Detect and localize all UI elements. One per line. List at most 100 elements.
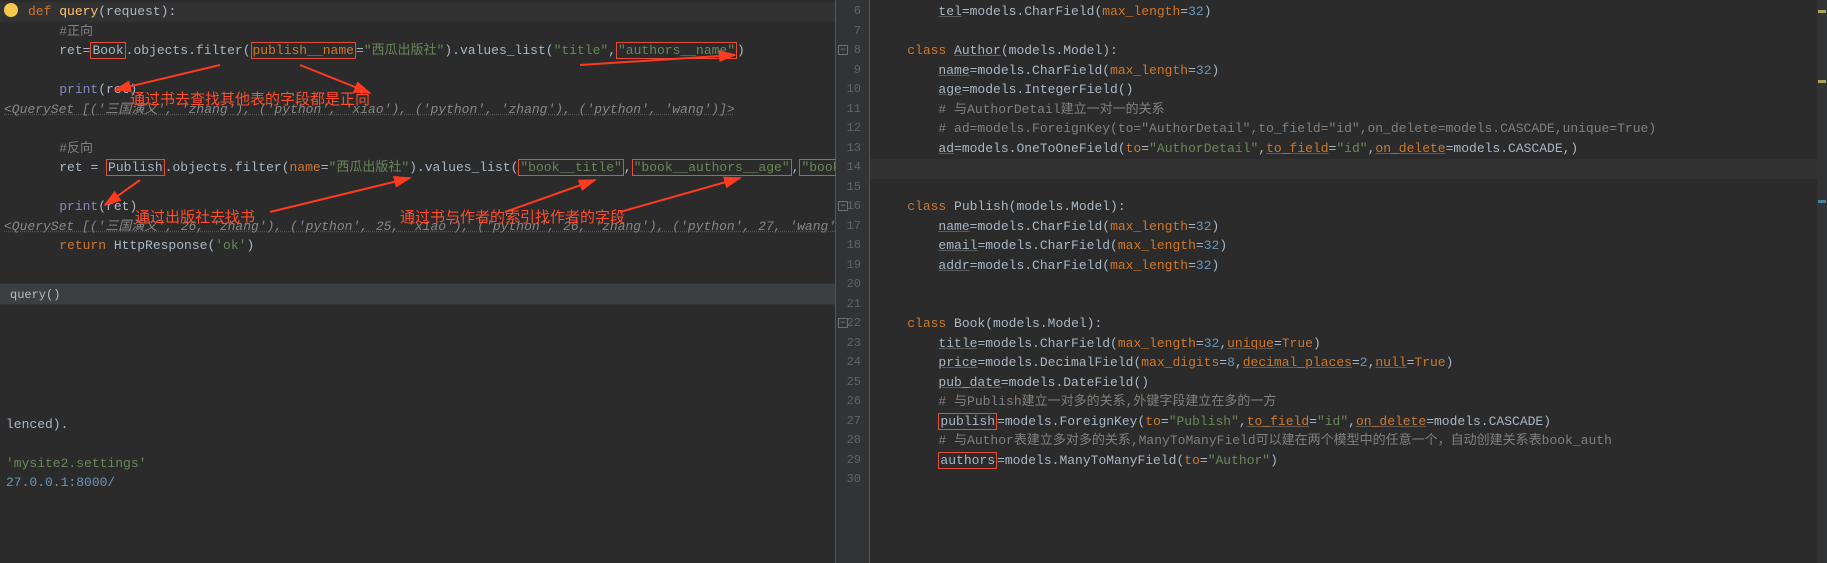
console-output[interactable]: lenced). 'mysite2.settings' 27.0.0.1:800…: [0, 305, 835, 563]
console-line: 27.0.0.1:8000/: [6, 473, 829, 492]
code-token: on_delete: [1356, 414, 1426, 429]
line-number[interactable]: 9: [836, 61, 869, 81]
line-number[interactable]: 13: [836, 139, 869, 159]
code-line[interactable]: tel=models.CharField(max_length=32): [870, 2, 1827, 22]
line-number[interactable]: 10: [836, 80, 869, 100]
code-token: =: [1309, 414, 1317, 429]
code-token: max_length: [1110, 219, 1188, 234]
line-number[interactable]: 22−: [836, 314, 869, 334]
code-token: (models.Model):: [1001, 43, 1118, 58]
code-line[interactable]: print(ret): [0, 80, 835, 100]
line-number[interactable]: 18: [836, 236, 869, 256]
code-line[interactable]: #正向: [0, 22, 835, 42]
line-number[interactable]: 24: [836, 353, 869, 373]
line-number[interactable]: 17: [836, 217, 869, 237]
line-number[interactable]: 23: [836, 334, 869, 354]
code-line[interactable]: name=models.CharField(max_length=32): [870, 217, 1827, 237]
line-number[interactable]: 8−: [836, 41, 869, 61]
print-call: print: [59, 82, 98, 97]
code-token: to: [1126, 141, 1142, 156]
code-line[interactable]: class Author(models.Model):: [870, 41, 1827, 61]
line-number[interactable]: 21: [836, 295, 869, 315]
code-line[interactable]: return HttpResponse('ok'): [0, 236, 835, 256]
code-line[interactable]: [870, 295, 1827, 315]
code-token: ,: [1239, 414, 1247, 429]
fold-toggle-icon[interactable]: −: [838, 45, 848, 55]
fold-toggle-icon[interactable]: −: [838, 318, 848, 328]
line-number[interactable]: 25: [836, 373, 869, 393]
code-line[interactable]: name=models.CharField(max_length=32): [870, 61, 1827, 81]
left-editor-pane[interactable]: def query(request): #正向 ret=Book.objects…: [0, 0, 836, 563]
output-comment[interactable]: <QuerySet [('三国演义', 'zhang'), ('python',…: [0, 100, 835, 120]
code-token: =models.CharField(: [970, 258, 1110, 273]
line-number[interactable]: 11: [836, 100, 869, 120]
code-line[interactable]: [870, 178, 1827, 198]
httpresponse-call: HttpResponse(: [114, 238, 215, 253]
code-token: "Publish": [1169, 414, 1239, 429]
code-line[interactable]: def query(request):: [0, 2, 835, 22]
line-number[interactable]: 19: [836, 256, 869, 276]
editor-scrollbar[interactable]: [1817, 0, 1827, 563]
code-token: =: [1188, 258, 1196, 273]
code-token: ad: [938, 141, 954, 156]
blank-line[interactable]: [0, 61, 835, 81]
right-editor-pane[interactable]: 678−910111213141516−171819202122−2324252…: [836, 0, 1827, 563]
code-line[interactable]: # 与Publish建立一对多的关系,外键字段建立在多的一方: [870, 392, 1827, 412]
code-line[interactable]: title=models.CharField(max_length=32,uni…: [870, 334, 1827, 354]
code-token: Author: [954, 43, 1001, 58]
breadcrumb-item[interactable]: query(): [10, 288, 60, 302]
code-line[interactable]: [870, 275, 1827, 295]
line-number[interactable]: 30: [836, 470, 869, 490]
code-line[interactable]: age=models.IntegerField(): [870, 80, 1827, 100]
code-token: (models.Model):: [1009, 199, 1126, 214]
code-token: =: [1161, 414, 1169, 429]
line-number[interactable]: 14: [836, 158, 869, 178]
blank-line[interactable]: [0, 178, 835, 198]
code-line[interactable]: ret = Publish.objects.filter(name="西瓜出版社…: [0, 158, 835, 178]
code-token: =: [1188, 219, 1196, 234]
code-line[interactable]: addr=models.CharField(max_length=32): [870, 256, 1827, 276]
code-token: to: [1184, 453, 1200, 468]
line-number-gutter[interactable]: 678−910111213141516−171819202122−2324252…: [836, 0, 870, 563]
line-number[interactable]: 12: [836, 119, 869, 139]
code-line[interactable]: ad=models.OneToOneField(to="AuthorDetail…: [870, 139, 1827, 159]
code-line[interactable]: email=models.CharField(max_length=32): [870, 236, 1827, 256]
code-line[interactable]: [870, 22, 1827, 42]
breadcrumb-bar[interactable]: query(): [0, 283, 835, 305]
objects: objects.: [172, 160, 234, 175]
code-token: 8: [1227, 355, 1235, 370]
code-line[interactable]: price=models.DecimalField(max_digits=8,d…: [870, 353, 1827, 373]
line-number[interactable]: 16−: [836, 197, 869, 217]
code-token: class: [907, 316, 954, 331]
code-token: =models.DateField(): [1001, 375, 1149, 390]
right-code-area[interactable]: tel=models.CharField(max_length=32) clas…: [870, 0, 1827, 563]
code-line[interactable]: authors=models.ManyToManyField(to="Autho…: [870, 451, 1827, 471]
code-line[interactable]: # ad=models.ForeignKey(to="AuthorDetail"…: [870, 119, 1827, 139]
code-line[interactable]: class Book(models.Model):: [870, 314, 1827, 334]
line-number[interactable]: 28: [836, 431, 869, 451]
code-line[interactable]: # 与Author表建立多对多的关系,ManyToManyField可以建在两个…: [870, 431, 1827, 451]
annotation-text: 通过书与作者的索引找作者的字段: [400, 206, 625, 227]
line-number[interactable]: 27: [836, 412, 869, 432]
comma: ,: [624, 160, 632, 175]
code-token: =: [1352, 355, 1360, 370]
code-line[interactable]: pub_date=models.DateField(): [870, 373, 1827, 393]
objects: objects.: [133, 43, 195, 58]
line-number[interactable]: 26: [836, 392, 869, 412]
code-token: =: [1274, 336, 1282, 351]
line-number[interactable]: 7: [836, 22, 869, 42]
code-line[interactable]: # 与AuthorDetail建立一对一的关系: [870, 100, 1827, 120]
code-line[interactable]: [870, 470, 1827, 490]
code-token: =models.IntegerField(): [962, 82, 1134, 97]
fold-toggle-icon[interactable]: −: [838, 201, 848, 211]
code-line[interactable]: class Publish(models.Model):: [870, 197, 1827, 217]
line-number[interactable]: 20: [836, 275, 869, 295]
line-number[interactable]: 6: [836, 2, 869, 22]
line-number[interactable]: 15: [836, 178, 869, 198]
line-number[interactable]: 29: [836, 451, 869, 471]
console-line: 'mysite2.settings': [6, 454, 829, 473]
code-line[interactable]: ret=Book.objects.filter(publish__name="西…: [0, 41, 835, 61]
code-line[interactable]: publish=models.ForeignKey(to="Publish",t…: [870, 412, 1827, 432]
code-line[interactable]: #反向: [0, 139, 835, 159]
blank-line[interactable]: [0, 119, 835, 139]
